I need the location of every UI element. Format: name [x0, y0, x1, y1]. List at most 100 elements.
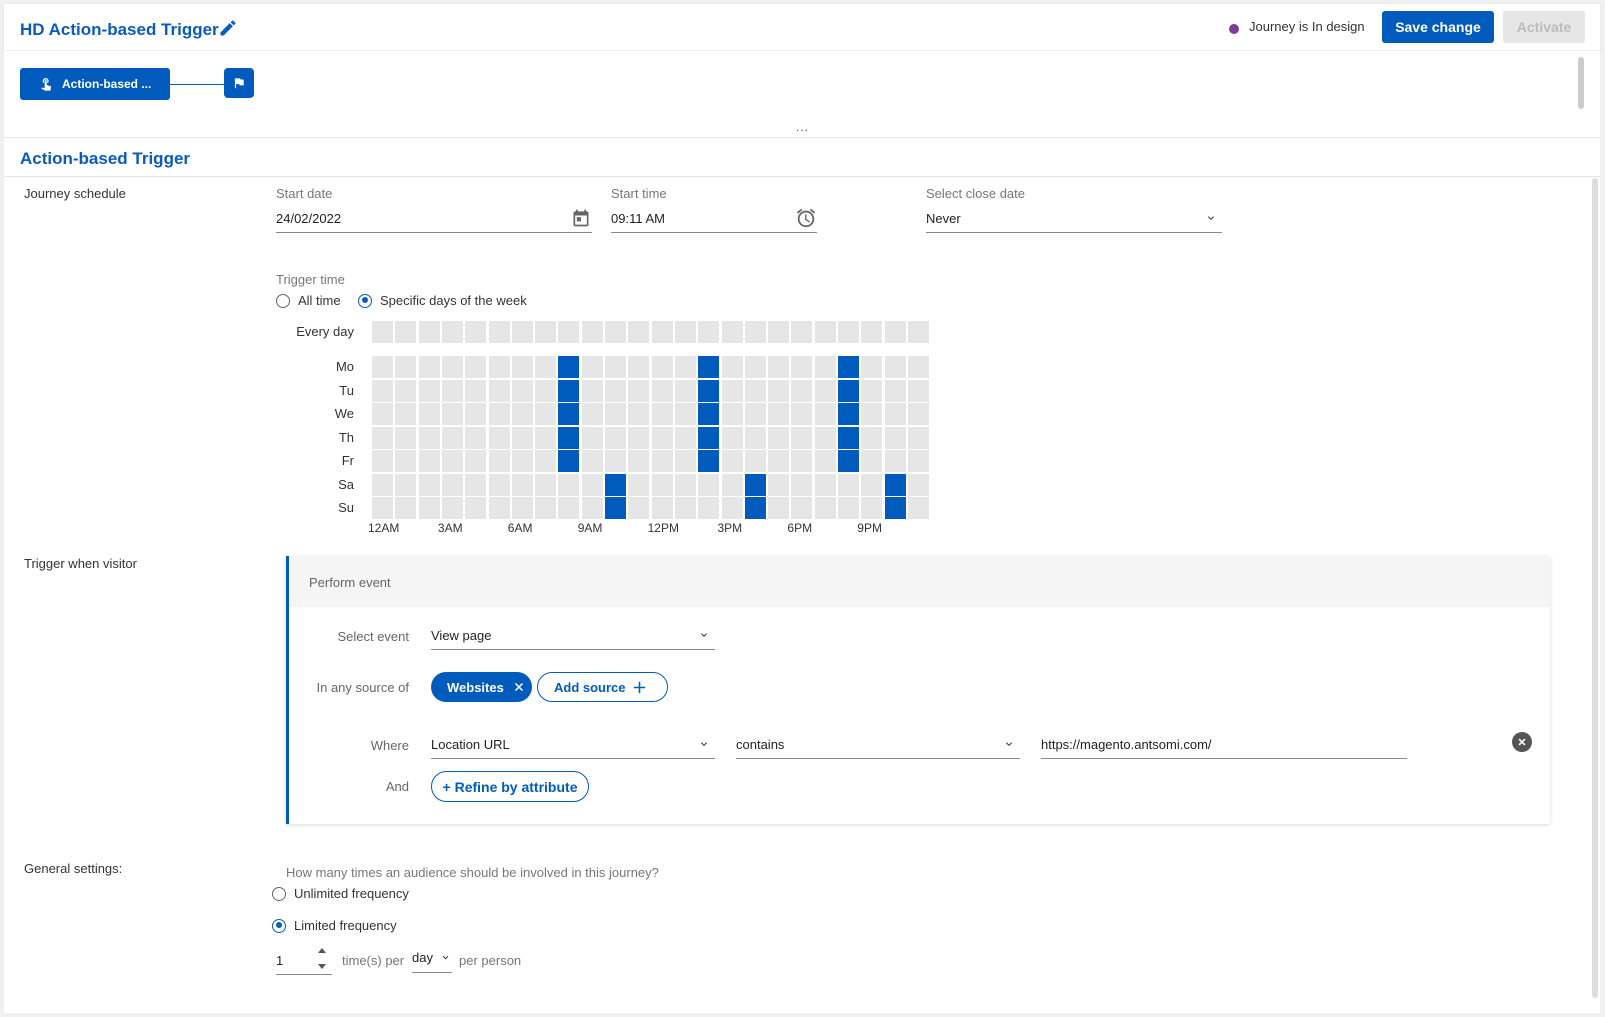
save-change-button[interactable]: Save change [1382, 11, 1494, 43]
radio-limited-frequency[interactable]: Limited frequency [272, 918, 397, 933]
day-row-tu-cell[interactable] [558, 379, 580, 402]
remove-condition-button[interactable] [1512, 732, 1532, 752]
radio-all-time[interactable]: All time [276, 293, 341, 308]
day-row-fr-cell[interactable] [791, 450, 813, 472]
day-row-tu-cell[interactable] [418, 379, 440, 402]
every-day-row-cell[interactable] [674, 321, 696, 343]
day-row-th-cell[interactable] [884, 426, 906, 449]
day-row-mo-cell[interactable] [418, 356, 440, 378]
every-day-row-cell[interactable] [372, 321, 393, 343]
day-row-th-cell[interactable] [441, 426, 463, 449]
day-row-fr-cell[interactable] [395, 450, 417, 472]
day-row-tu-cell[interactable] [395, 379, 417, 402]
day-row-we-cell[interactable] [441, 403, 463, 425]
day-row-su-cell[interactable] [418, 497, 440, 519]
day-row-th-cell[interactable] [535, 426, 557, 449]
times-stepper[interactable]: 1 [276, 944, 332, 975]
day-row-mo-cell[interactable] [791, 356, 813, 378]
day-row-su-cell[interactable] [861, 497, 883, 519]
day-row-sa-cell[interactable] [907, 473, 929, 496]
day-row-sa-cell[interactable] [558, 473, 580, 496]
day-row-tu-cell[interactable] [884, 379, 906, 402]
day-row-sa-cell[interactable] [605, 473, 626, 496]
day-row-th-cell[interactable] [605, 426, 626, 449]
panel-resize-handle[interactable]: ... [796, 120, 809, 134]
day-row-fr-cell[interactable] [441, 450, 463, 472]
day-row-we-cell[interactable] [605, 403, 626, 425]
day-row-su-cell[interactable] [651, 497, 673, 519]
increment-arrow-icon[interactable] [318, 948, 326, 953]
day-row-tu-cell[interactable] [721, 379, 743, 402]
day-row-mo-cell[interactable] [488, 356, 510, 378]
start-date-field[interactable]: 24/02/2022 [276, 204, 592, 233]
day-row-su-cell[interactable] [721, 497, 743, 519]
flow-scrollbar[interactable] [1578, 57, 1584, 109]
main-scrollbar[interactable] [1592, 178, 1598, 998]
day-row-th-cell[interactable] [581, 426, 603, 449]
day-row-sa-cell[interactable] [768, 473, 790, 496]
day-row-fr-cell[interactable] [628, 450, 650, 472]
day-row-su-cell[interactable] [698, 497, 720, 519]
every-day-row-cell[interactable] [744, 321, 766, 343]
start-time-field[interactable]: 09:11 AM [611, 204, 817, 233]
day-row-sa-cell[interactable] [884, 473, 906, 496]
day-row-sa-cell[interactable] [674, 473, 696, 496]
day-row-mo-cell[interactable] [814, 356, 836, 378]
every-day-row-cell[interactable] [838, 321, 859, 343]
close-icon[interactable] [513, 681, 525, 693]
every-day-row-cell[interactable] [884, 321, 906, 343]
day-row-fr-cell[interactable] [418, 450, 440, 472]
day-row-we-cell[interactable] [372, 403, 393, 425]
day-row-sa-cell[interactable] [814, 473, 836, 496]
day-row-fr-cell[interactable] [488, 450, 510, 472]
every-day-row-cell[interactable] [791, 321, 813, 343]
day-row-th-cell[interactable] [674, 426, 696, 449]
day-row-we-cell[interactable] [721, 403, 743, 425]
day-row-su-cell[interactable] [535, 497, 557, 519]
every-day-row-cell[interactable] [511, 321, 533, 343]
day-row-th-cell[interactable] [558, 426, 580, 449]
decrement-arrow-icon[interactable] [318, 964, 326, 969]
every-day-row-cell[interactable] [465, 321, 487, 343]
day-row-we-cell[interactable] [861, 403, 883, 425]
day-row-su-cell[interactable] [372, 497, 393, 519]
activate-button[interactable]: Activate [1503, 11, 1585, 43]
day-row-fr-cell[interactable] [605, 450, 626, 472]
day-row-tu-cell[interactable] [441, 379, 463, 402]
every-day-row-cell[interactable] [558, 321, 580, 343]
day-row-th-cell[interactable] [372, 426, 393, 449]
day-row-th-cell[interactable] [465, 426, 487, 449]
day-row-fr-cell[interactable] [768, 450, 790, 472]
day-row-tu-cell[interactable] [768, 379, 790, 402]
day-row-fr-cell[interactable] [814, 450, 836, 472]
operator-dropdown[interactable]: contains [736, 730, 1020, 759]
every-day-row-cell[interactable] [488, 321, 510, 343]
every-day-row-cell[interactable] [651, 321, 673, 343]
period-dropdown[interactable]: day [412, 942, 452, 973]
every-day-row-cell[interactable] [395, 321, 417, 343]
day-row-su-cell[interactable] [628, 497, 650, 519]
day-row-sa-cell[interactable] [441, 473, 463, 496]
select-event-dropdown[interactable]: View page [431, 621, 715, 650]
radio-unlimited-frequency[interactable]: Unlimited frequency [272, 886, 409, 901]
day-row-tu-cell[interactable] [651, 379, 673, 402]
day-row-tu-cell[interactable] [605, 379, 626, 402]
day-row-th-cell[interactable] [861, 426, 883, 449]
day-row-sa-cell[interactable] [395, 473, 417, 496]
day-row-fr-cell[interactable] [581, 450, 603, 472]
day-row-th-cell[interactable] [744, 426, 766, 449]
day-row-mo-cell[interactable] [861, 356, 883, 378]
day-row-su-cell[interactable] [441, 497, 463, 519]
day-row-we-cell[interactable] [907, 403, 929, 425]
day-row-tu-cell[interactable] [488, 379, 510, 402]
day-row-mo-cell[interactable] [698, 356, 720, 378]
day-row-tu-cell[interactable] [465, 379, 487, 402]
every-day-row-cell[interactable] [768, 321, 790, 343]
day-row-sa-cell[interactable] [535, 473, 557, 496]
day-row-we-cell[interactable] [651, 403, 673, 425]
day-row-tu-cell[interactable] [628, 379, 650, 402]
radio-specific-days[interactable]: Specific days of the week [358, 293, 527, 308]
day-row-sa-cell[interactable] [838, 473, 859, 496]
day-row-su-cell[interactable] [674, 497, 696, 519]
day-row-sa-cell[interactable] [581, 473, 603, 496]
